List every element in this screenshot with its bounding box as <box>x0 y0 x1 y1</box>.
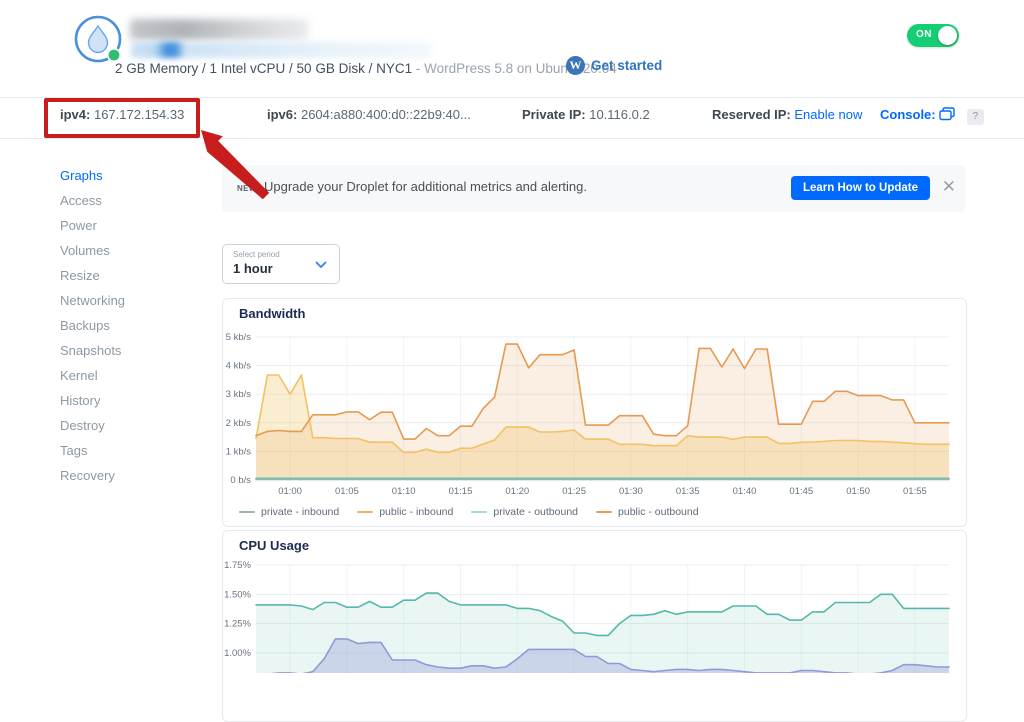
legend-dash-icon <box>239 511 255 513</box>
console-window-icon[interactable] <box>939 107 955 121</box>
get-started-label: Get started <box>591 58 662 73</box>
legend-item-public-outbound: public - outbound <box>596 506 699 518</box>
legend-dash-icon <box>596 511 612 513</box>
reserved-ip-field: Reserved IP: Enable now <box>712 107 862 122</box>
console-link[interactable]: Console: <box>880 107 936 122</box>
bandwidth-chart: 01:00 01:05 01:10 01:15 01:20 01:25 01:30 01:35… <box>223 325 964 508</box>
svg-text:3 kb/s: 3 kb/s <box>226 389 252 400</box>
private-ip-label: Private IP: <box>522 107 586 122</box>
power-toggle[interactable]: ON <box>907 24 959 47</box>
toggle-on-label: ON <box>916 29 932 40</box>
ip-bar: ipv4: 167.172.154.33 ipv6: 2604:a880:400… <box>0 98 1024 138</box>
private-ip-field: Private IP: 10.116.0.2 <box>522 107 650 122</box>
sidebar-item-resize[interactable]: Resize <box>60 264 200 289</box>
sidebar-nav: GraphsAccessPowerVolumesResizeNetworking… <box>60 164 200 489</box>
legend-item-private-outbound: private - outbound <box>471 506 578 518</box>
period-select[interactable]: Select period 1 hour <box>222 244 340 284</box>
svg-text:01:30: 01:30 <box>619 486 643 497</box>
sidebar-item-snapshots[interactable]: Snapshots <box>60 339 200 364</box>
help-button[interactable]: ? <box>967 109 984 125</box>
svg-text:01:05: 01:05 <box>335 486 359 497</box>
ipv6-value: 2604:a880:400:d0::22b9:40... <box>301 107 471 122</box>
banner-close-icon[interactable]: ✕ <box>942 177 956 197</box>
private-ip-value: 10.116.0.2 <box>589 107 649 122</box>
legend-dash-icon <box>357 511 373 513</box>
upgrade-banner: NEW! Upgrade your Droplet for additional… <box>222 165 965 212</box>
chevron-down-icon <box>315 261 327 269</box>
svg-text:01:35: 01:35 <box>676 486 700 497</box>
svg-text:01:55: 01:55 <box>903 486 927 497</box>
droplet-specs: 2 GB Memory / 1 Intel vCPU / 50 GB Disk … <box>115 61 617 76</box>
svg-text:01:15: 01:15 <box>449 486 473 497</box>
svg-text:01:10: 01:10 <box>392 486 416 497</box>
sidebar-item-graphs[interactable]: Graphs <box>60 164 200 189</box>
sidebar-item-destroy[interactable]: Destroy <box>60 414 200 439</box>
svg-text:1.50%: 1.50% <box>224 589 251 600</box>
svg-text:4 kb/s: 4 kb/s <box>226 361 252 372</box>
cpu-chart: 1.75% 1.50% 1.25% 1.00% <box>223 557 964 678</box>
droplet-logo <box>72 13 124 65</box>
sidebar-item-power[interactable]: Power <box>60 214 200 239</box>
cpu-card: CPU Usage 1.75% 1.50% 1.25% 1.00% <box>222 530 967 722</box>
wordpress-icon: W <box>566 56 585 75</box>
droplet-name-blurred <box>130 19 308 40</box>
legend-item-public-inbound: public - inbound <box>357 506 453 518</box>
period-select-label: Select period <box>233 250 280 259</box>
sidebar-item-backups[interactable]: Backups <box>60 314 200 339</box>
svg-text:5 kb/s: 5 kb/s <box>226 332 252 343</box>
svg-text:01:45: 01:45 <box>789 486 813 497</box>
console-field: Console: ? <box>880 107 984 125</box>
status-dot-online <box>109 50 120 61</box>
legend-item-private-inbound: private - inbound <box>239 506 339 518</box>
sidebar-item-history[interactable]: History <box>60 389 200 414</box>
sidebar-item-access[interactable]: Access <box>60 189 200 214</box>
svg-text:1 kb/s: 1 kb/s <box>226 446 252 457</box>
learn-how-to-update-button[interactable]: Learn How to Update <box>791 176 930 200</box>
ipv4-label: ipv4: <box>60 107 90 122</box>
ipv6-label: ipv6: <box>267 107 297 122</box>
bandwidth-legend: private - inbound public - inbound private… <box>239 506 699 518</box>
svg-text:1.25%: 1.25% <box>224 619 251 630</box>
svg-text:01:40: 01:40 <box>733 486 757 497</box>
ipbar-divider <box>0 138 1024 139</box>
ipv4-field: ipv4: 167.172.154.33 <box>60 107 184 122</box>
bandwidth-title: Bandwidth <box>239 306 305 321</box>
sidebar-item-volumes[interactable]: Volumes <box>60 239 200 264</box>
get-started-link[interactable]: W Get started <box>566 56 662 75</box>
banner-message: Upgrade your Droplet for additional metr… <box>264 179 587 194</box>
legend-dash-icon <box>471 511 487 513</box>
svg-text:2 kb/s: 2 kb/s <box>226 418 252 429</box>
reserved-ip-label: Reserved IP: <box>712 107 791 122</box>
period-select-value: 1 hour <box>233 261 273 276</box>
svg-text:0 b/s: 0 b/s <box>230 475 251 486</box>
ipv4-value: 167.172.154.33 <box>94 107 184 122</box>
sidebar-item-recovery[interactable]: Recovery <box>60 464 200 489</box>
sidebar-item-tags[interactable]: Tags <box>60 439 200 464</box>
ipv6-field: ipv6: 2604:a880:400:d0::22b9:40... <box>267 107 471 122</box>
bandwidth-card: Bandwidth 01:00 01:05 01:10 01:15 01:20 01:25… <box>222 298 967 527</box>
sidebar-item-kernel[interactable]: Kernel <box>60 364 200 389</box>
new-badge: NEW! <box>237 184 260 193</box>
enable-now-link[interactable]: Enable now <box>794 107 862 122</box>
svg-text:01:25: 01:25 <box>562 486 586 497</box>
droplet-url-blurred <box>131 42 431 58</box>
svg-text:1.75%: 1.75% <box>224 560 251 571</box>
cpu-title: CPU Usage <box>239 538 309 553</box>
toggle-knob <box>938 26 957 45</box>
sidebar-item-networking[interactable]: Networking <box>60 289 200 314</box>
svg-text:01:50: 01:50 <box>846 486 870 497</box>
svg-text:01:00: 01:00 <box>278 486 302 497</box>
svg-text:1.00%: 1.00% <box>224 648 251 659</box>
svg-text:01:20: 01:20 <box>505 486 529 497</box>
